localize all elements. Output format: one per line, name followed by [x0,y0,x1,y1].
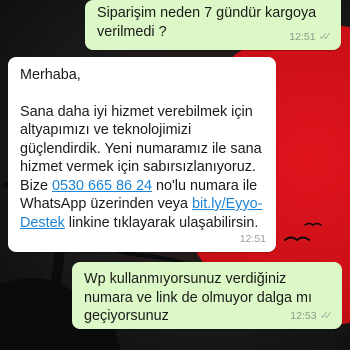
incoming-message-bubble[interactable]: Merhaba, Sana daha iyi hizmet verebilmek… [8,57,276,252]
phone-link[interactable]: 0530 665 86 24 [52,178,152,194]
message-body-text: linkine tıklayarak ulaşabilirsin. [64,214,259,231]
outgoing-message-bubble[interactable]: Wp kullanmıyorsunuz verdiğiniz numara ve… [72,262,342,329]
message-meta: 12:51 [240,230,266,249]
message-meta: 12:51 ✓✓ [289,28,333,47]
message-meta: 12:53 ✓✓ [290,307,334,326]
double-check-icon: ✓✓ [318,30,333,43]
message-time: 12:51 [289,30,316,43]
message-time: 12:53 [290,309,317,322]
double-check-icon: ✓✓ [319,309,334,322]
message-body: Sana daha iyi hizmet verebilmek için alt… [20,103,268,233]
message-time: 12:51 [239,232,266,245]
outgoing-message-bubble[interactable]: Siparişim neden 7 gündür kargoya verilme… [85,0,341,50]
message-greeting: Merhaba, [20,67,81,83]
